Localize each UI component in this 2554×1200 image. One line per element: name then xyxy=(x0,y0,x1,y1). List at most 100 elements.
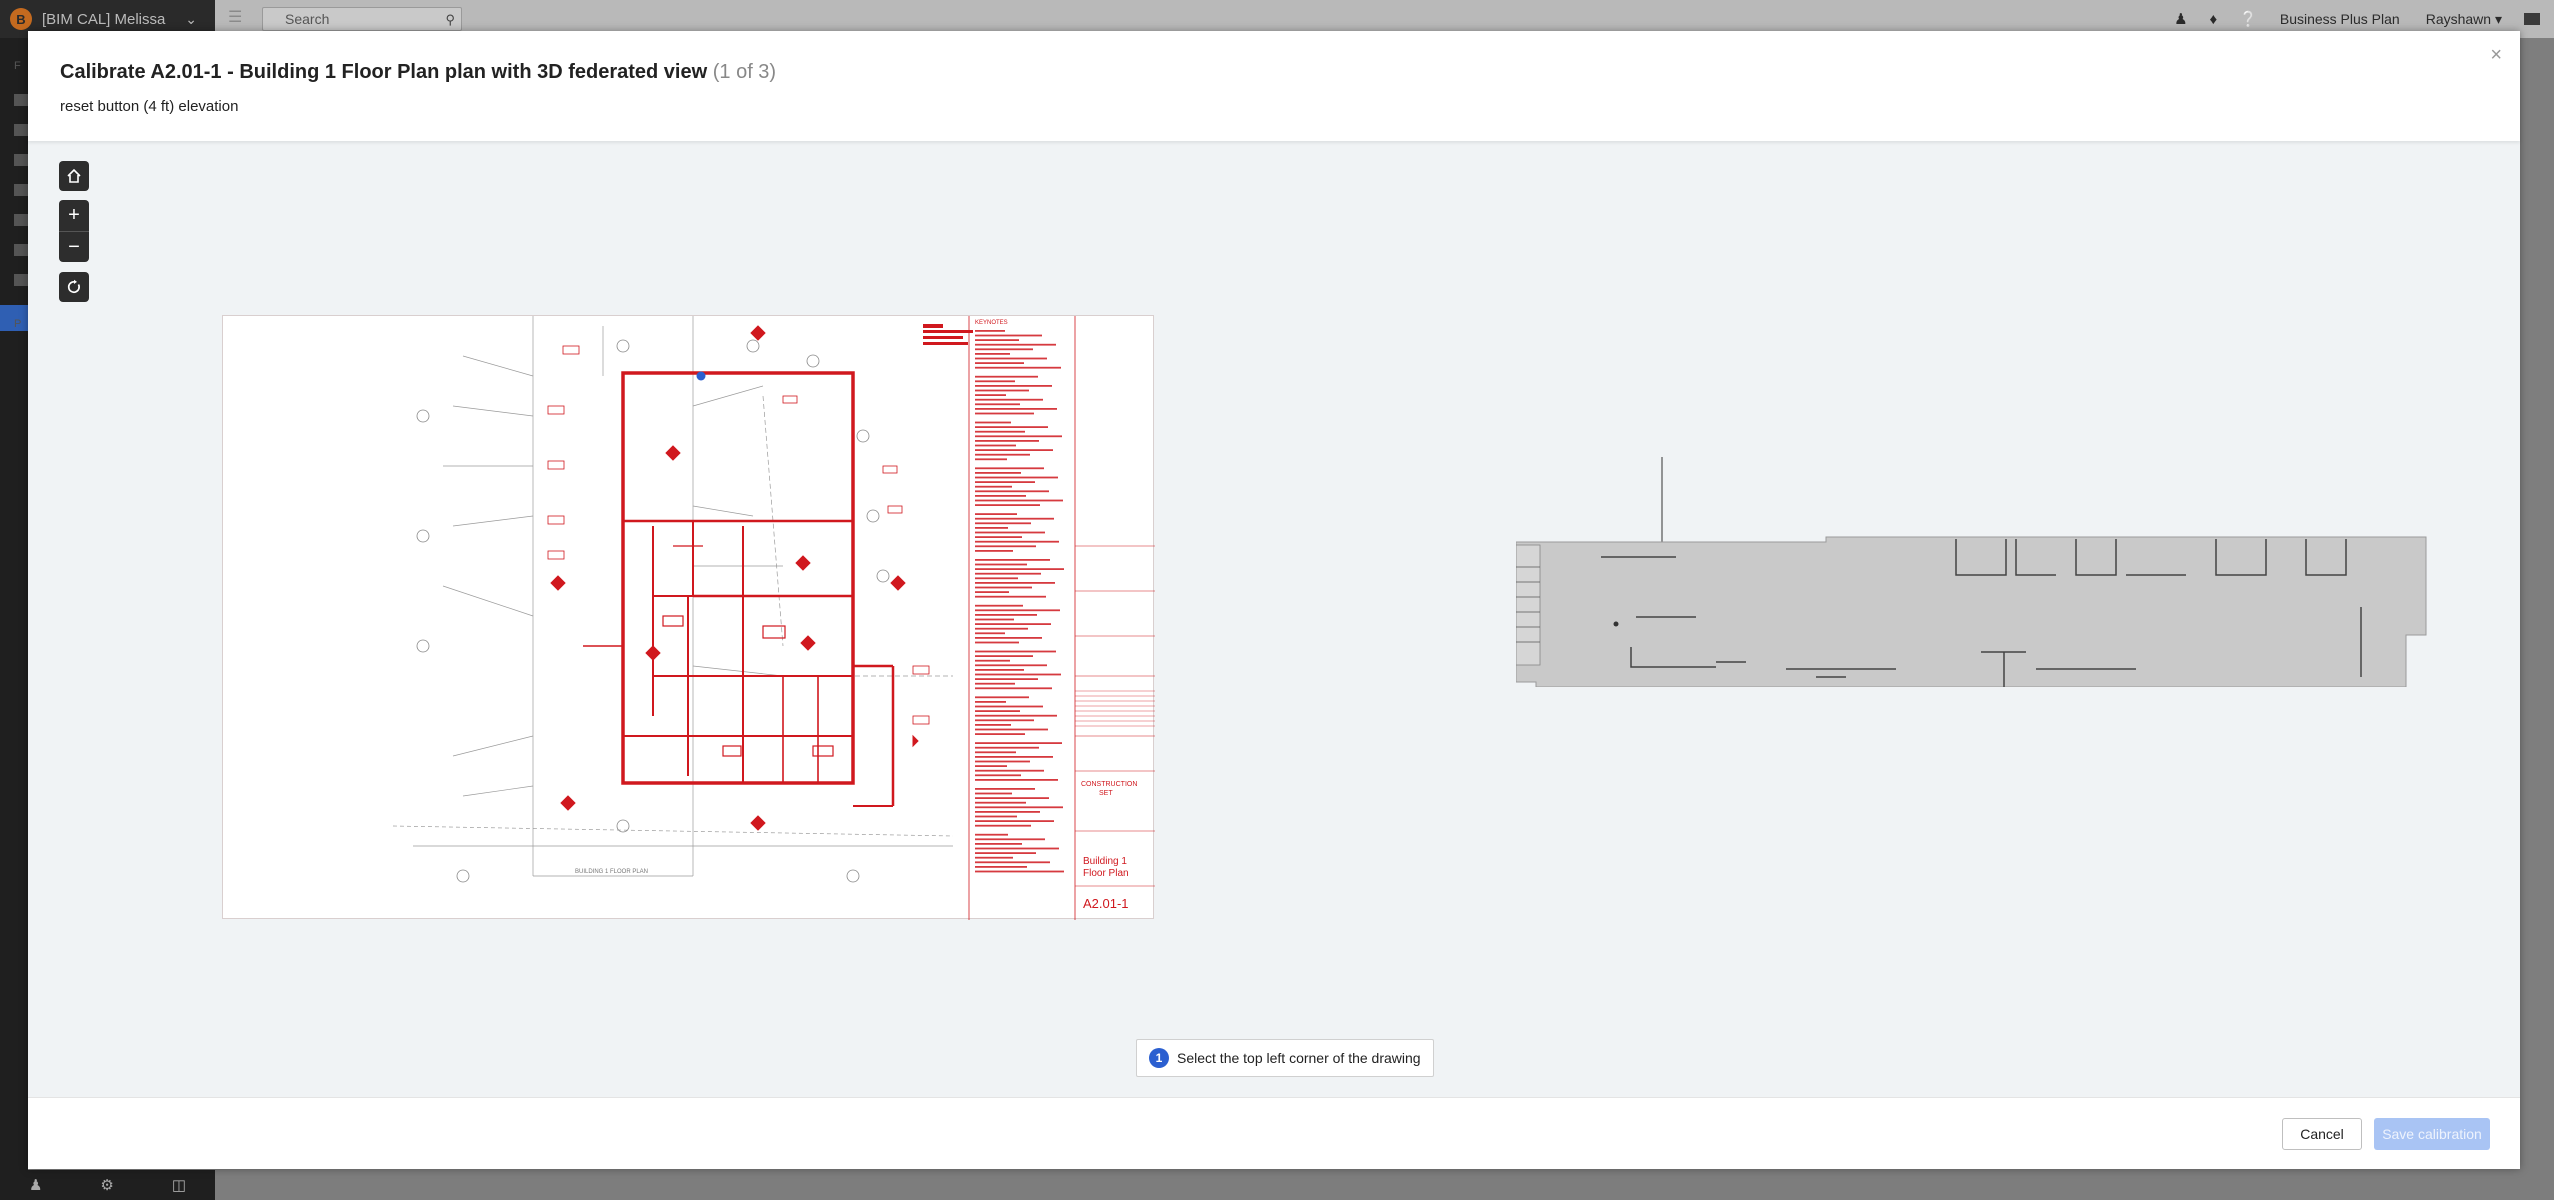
drawing-sheet[interactable]: KEYNOTES CONSTRUCTION SET Building 1 Flo… xyxy=(222,315,1155,932)
keynote-line xyxy=(975,678,1038,680)
sidebar-item-icon[interactable] xyxy=(14,244,28,256)
user-menu[interactable]: Rayshawn ▾ xyxy=(2426,11,2502,28)
keynote-line xyxy=(975,769,1044,772)
keynote-line xyxy=(975,604,1023,607)
person-icon[interactable]: ♟ xyxy=(2174,10,2187,28)
keynote-line xyxy=(975,751,1016,754)
zoom-out-button[interactable]: − xyxy=(59,231,89,262)
keynote-line xyxy=(975,779,1058,781)
keynote-line xyxy=(975,499,1063,502)
save-calibration-button[interactable]: Save calibration xyxy=(2374,1118,2490,1150)
keynote-line xyxy=(975,517,1054,520)
background-content xyxy=(215,1170,2554,1200)
zoom-in-button[interactable]: + xyxy=(59,200,89,231)
chevron-down-icon: ⌄ xyxy=(185,10,197,27)
keynote-line xyxy=(975,389,1029,392)
keynote-line xyxy=(975,481,1035,483)
search-input[interactable] xyxy=(263,8,433,30)
keynote-line xyxy=(975,394,1006,396)
keynote-line xyxy=(975,682,1015,685)
keynote-line xyxy=(975,746,1039,749)
keynote-line xyxy=(975,788,1035,790)
keynote-line xyxy=(975,380,1015,383)
keynote-line xyxy=(975,856,1013,859)
users-icon[interactable]: ♟ xyxy=(29,1176,42,1194)
keynote-line xyxy=(975,815,1017,818)
keynote-line xyxy=(975,467,1044,470)
language-flag-icon[interactable] xyxy=(2524,13,2540,25)
calibration-modal: Calibrate A2.01-1 - Building 1 Floor Pla… xyxy=(28,31,2520,1169)
keynote-line xyxy=(975,536,1022,538)
hamburger-menu-icon[interactable]: ☰ xyxy=(228,10,248,26)
keynote-line xyxy=(975,623,1051,625)
floor-plan-drawing[interactable]: KEYNOTES CONSTRUCTION SET Building 1 Flo… xyxy=(223,316,1155,932)
keynote-line xyxy=(975,330,1005,332)
keynote-line xyxy=(975,824,1031,827)
keynote-line xyxy=(975,540,1059,543)
keynote-line xyxy=(975,563,1027,566)
project-name: [BIM CAL] Melissa xyxy=(42,10,166,28)
keynote-line xyxy=(975,408,1057,410)
keynote-line xyxy=(975,522,1031,525)
keynote-line xyxy=(975,572,1041,575)
calibration-point-marker[interactable] xyxy=(696,371,706,381)
user-name: Rayshawn xyxy=(2425,10,2492,27)
sidebar-section-label: F xyxy=(14,60,21,72)
help-icon[interactable]: ❔ xyxy=(2239,10,2258,28)
hint-step-number: 1 xyxy=(1149,1048,1169,1068)
calibration-canvas[interactable]: + − KEYNOTES CONSTRUCTION SET Building 1… xyxy=(28,141,2520,1097)
model-render[interactable] xyxy=(1515,457,2436,695)
sidebar-item-icon[interactable] xyxy=(14,184,28,196)
keynote-line xyxy=(975,811,1040,813)
home-view-button[interactable] xyxy=(59,161,89,191)
keynote-line xyxy=(975,348,1033,351)
keynote-line xyxy=(975,843,1022,845)
keynote-line xyxy=(975,440,1039,442)
keynote-line xyxy=(975,806,1063,809)
sidebar-item-icon[interactable] xyxy=(14,94,28,106)
keynote-line xyxy=(975,334,1042,337)
keynote-line xyxy=(975,421,1011,424)
keynote-line xyxy=(975,669,1024,671)
keynote-line xyxy=(975,627,1028,630)
keynote-line xyxy=(975,504,1040,506)
keynote-line xyxy=(975,490,1049,493)
keynote-line xyxy=(975,847,1059,850)
step-indicator: (1 of 3) xyxy=(712,61,777,83)
keynote-line xyxy=(975,673,1061,676)
sidebar-item-icon[interactable] xyxy=(14,124,28,136)
modal-header: Calibrate A2.01-1 - Building 1 Floor Pla… xyxy=(28,31,2520,141)
keynote-line xyxy=(975,833,1008,836)
keynote-line xyxy=(975,719,1034,722)
keynote-line xyxy=(975,568,1064,570)
keynote-line xyxy=(975,385,1052,387)
federated-3d-model-view[interactable] xyxy=(1515,457,2436,695)
sidebar-item-icon[interactable] xyxy=(14,154,28,166)
reset-view-button[interactable] xyxy=(59,272,89,302)
keynote-line xyxy=(975,696,1029,699)
keynote-line xyxy=(975,687,1052,690)
bell-icon[interactable]: ♦ xyxy=(2210,11,2218,28)
sheet-title-line-2: Floor Plan xyxy=(1083,868,1129,879)
keynote-line xyxy=(975,595,1046,598)
keynotes-title: KEYNOTES xyxy=(975,320,1008,326)
cancel-button[interactable]: Cancel xyxy=(2282,1118,2362,1150)
gear-icon[interactable]: ⚙ xyxy=(100,1176,113,1194)
plan-label[interactable]: Business Plus Plan xyxy=(2280,11,2400,27)
keynote-line xyxy=(975,403,1020,406)
keynote-line xyxy=(975,714,1057,717)
sheet-title-line-1: Building 1 xyxy=(1083,856,1127,867)
keynote-line xyxy=(975,632,1005,635)
sidebar-section-label: P xyxy=(14,318,22,330)
sidebar-item-icon[interactable] xyxy=(14,214,28,226)
keynote-line xyxy=(975,659,1010,662)
search-icon[interactable]: ⚲ xyxy=(445,12,455,28)
sidebar-item-icon[interactable] xyxy=(14,274,28,286)
trash-icon[interactable]: ◫ xyxy=(172,1176,186,1194)
keynote-line xyxy=(975,582,1055,584)
global-search[interactable]: ⚲ xyxy=(262,7,462,31)
keynote-line xyxy=(975,792,1012,795)
sidebar-footer: ♟ ⚙ ◫ xyxy=(0,1170,215,1200)
stamp-line-2: SET xyxy=(1099,790,1113,797)
close-icon[interactable]: × xyxy=(2490,45,2502,65)
